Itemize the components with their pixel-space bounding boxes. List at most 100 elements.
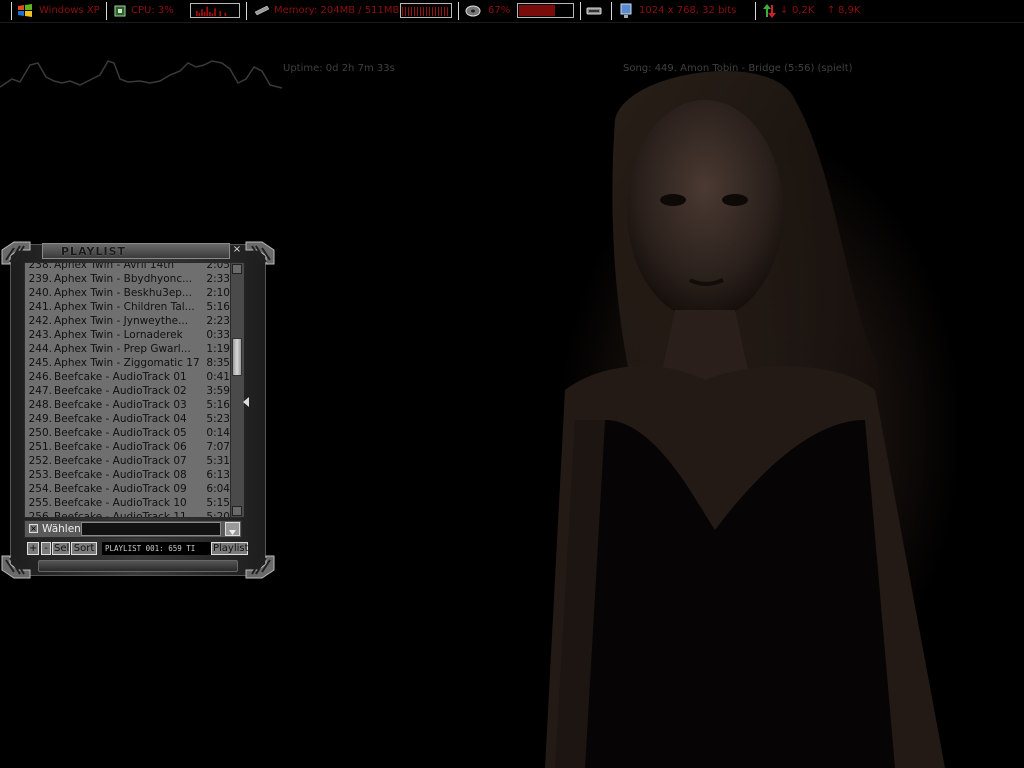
track-title: Aphex Twin - Avril 14th (54, 262, 175, 271)
track-duration: 2:33 (206, 273, 230, 285)
playlist-row[interactable]: 247. Beefcake - AudioTrack 02 3:59 (25, 384, 230, 398)
net-up-arrow-icon: ↑ (827, 5, 836, 16)
net-down-arrow-icon: ↓ (780, 5, 789, 16)
track-number: 251. (28, 441, 52, 453)
track-number: 238. (28, 262, 52, 271)
track-title: Aphex Twin - Children Tal... (54, 301, 195, 313)
playlist-row[interactable]: 239. Aphex Twin - Bbydhyonc... 2:33 (25, 272, 230, 286)
playlist-row[interactable]: 244. Aphex Twin - Prep Gwarl... 1:19 (25, 342, 230, 356)
separator (246, 2, 247, 20)
playlist-row[interactable]: 250. Beefcake - AudioTrack 05 0:14 (25, 426, 230, 440)
hard-disk-icon (465, 5, 481, 17)
track-number: 248. (28, 399, 52, 411)
track-title: Aphex Twin - Jynweythe... (54, 315, 189, 327)
disk-label: 67% (488, 5, 511, 16)
windows-flag-icon[interactable] (17, 3, 33, 19)
separator (106, 2, 107, 20)
scrollbar-thumb[interactable] (232, 338, 242, 377)
track-title: Aphex Twin - Beskhu3ep... (54, 287, 192, 299)
playlist-row[interactable]: 241. Aphex Twin - Children Tal... 5:16 (25, 300, 230, 314)
track-duration: 5:15 (206, 497, 230, 509)
playlist-title: PLAYLIST (61, 245, 127, 258)
wallpaper-portrait (545, 71, 945, 768)
track-duration: 0:14 (206, 427, 230, 439)
sort-button[interactable]: Sort (71, 542, 97, 555)
separator (458, 2, 459, 20)
dropdown-button[interactable] (225, 522, 240, 536)
track-duration: 5:31 (206, 455, 230, 467)
track-title: Beefcake - AudioTrack 05 (54, 427, 187, 439)
remove-track-button[interactable]: - (41, 542, 51, 555)
disk-usage-fill (519, 5, 555, 16)
track-title: Beefcake - AudioTrack 09 (54, 483, 187, 495)
os-label: Windows XP (39, 5, 100, 16)
playlist-row[interactable]: 253. Beefcake - AudioTrack 08 6:13 (25, 468, 230, 482)
track-number: 244. (28, 343, 52, 355)
playlist-scrollbar[interactable] (230, 263, 244, 517)
memory-module-icon (254, 5, 270, 16)
track-number: 256. (28, 511, 52, 518)
memory-label: Memory: 204MB / 511MB (274, 5, 400, 16)
memory-meter-fill (402, 7, 450, 16)
track-title: Beefcake - AudioTrack 11 (54, 511, 187, 518)
track-number: 253. (28, 469, 52, 481)
separator (11, 2, 12, 20)
net-up-label: 8,9K (838, 5, 861, 16)
playlist-track-list[interactable]: 238. Aphex Twin - Avril 14th 2:05 239. Aphex… (24, 262, 242, 518)
chevron-down-icon (229, 530, 236, 535)
window-corner-ornament (245, 241, 275, 265)
track-title: Beefcake - AudioTrack 06 (54, 441, 187, 453)
track-duration: 3:59 (206, 385, 230, 397)
system-status-bar: Windows XP CPU: 3% Memory: 204MB / 511MB… (0, 0, 1024, 23)
resize-handle-icon[interactable] (243, 397, 249, 407)
track-duration: 5:16 (206, 301, 230, 313)
playlist-row[interactable]: 255. Beefcake - AudioTrack 10 5:15 (25, 496, 230, 510)
playlist-row[interactable]: 248. Beefcake - AudioTrack 03 5:16 (25, 398, 230, 412)
close-icon[interactable]: × (232, 244, 242, 256)
track-title: Beefcake - AudioTrack 01 (54, 371, 187, 383)
playlist-row[interactable]: 254. Beefcake - AudioTrack 09 6:04 (25, 482, 230, 496)
track-number: 252. (28, 455, 52, 467)
track-title: Beefcake - AudioTrack 08 (54, 469, 187, 481)
playlist-row[interactable]: 242. Aphex Twin - Jynweythe... 2:23 (25, 314, 230, 328)
playlist-row[interactable]: 243. Aphex Twin - Lornaderek 0:33 (25, 328, 230, 342)
add-track-button[interactable]: + (27, 542, 39, 555)
window-corner-ornament (245, 555, 275, 579)
window-corner-ornament (1, 555, 31, 579)
playlist-row[interactable]: 252. Beefcake - AudioTrack 07 5:31 (25, 454, 230, 468)
separator (611, 2, 612, 20)
playlist-row[interactable]: 240. Aphex Twin - Beskhu3ep... 2:10 (25, 286, 230, 300)
playlist-titlebar[interactable]: PLAYLIST (42, 243, 230, 259)
playlist-row[interactable]: 256. Beefcake - AudioTrack 11 5:20 (25, 510, 230, 518)
playlist-row[interactable]: 249. Beefcake - AudioTrack 04 5:23 (25, 412, 230, 426)
track-number: 241. (28, 301, 52, 313)
resolution-label: 1024 x 768, 32 bits (639, 5, 737, 16)
separator (755, 2, 756, 20)
track-number: 242. (28, 315, 52, 327)
track-duration: 7:07 (206, 441, 230, 453)
track-title: Beefcake - AudioTrack 04 (54, 413, 187, 425)
playlist-row[interactable]: 245. Aphex Twin - Ziggomatic 17 8:35 (25, 356, 230, 370)
track-duration: 5:23 (206, 413, 230, 425)
select-input[interactable] (81, 522, 221, 536)
scroll-down-arrow[interactable] (232, 506, 242, 516)
track-title: Beefcake - AudioTrack 02 (54, 385, 187, 397)
playlist-bottom-bar (38, 560, 238, 572)
track-number: 240. (28, 287, 52, 299)
uptime-label: Uptime: 0d 2h 7m 33s (283, 63, 395, 74)
track-duration: 6:04 (206, 483, 230, 495)
select-checkbox[interactable]: × (29, 524, 38, 533)
playlist-menu-button[interactable]: Playlist (211, 542, 249, 555)
network-arrows-icon (763, 4, 776, 18)
playlist-row[interactable]: 246. Beefcake - AudioTrack 01 0:41 (25, 370, 230, 384)
track-number: 254. (28, 483, 52, 495)
cpu-history-meter (190, 3, 240, 18)
scroll-up-arrow[interactable] (232, 264, 242, 274)
playlist-row[interactable]: 238. Aphex Twin - Avril 14th 2:05 (25, 262, 230, 272)
track-duration: 0:33 (206, 329, 230, 341)
select-button[interactable]: Sel (52, 542, 70, 555)
network-card-icon (586, 7, 602, 15)
memory-meter (400, 3, 452, 18)
track-title: Beefcake - AudioTrack 10 (54, 497, 187, 509)
playlist-row[interactable]: 251. Beefcake - AudioTrack 06 7:07 (25, 440, 230, 454)
